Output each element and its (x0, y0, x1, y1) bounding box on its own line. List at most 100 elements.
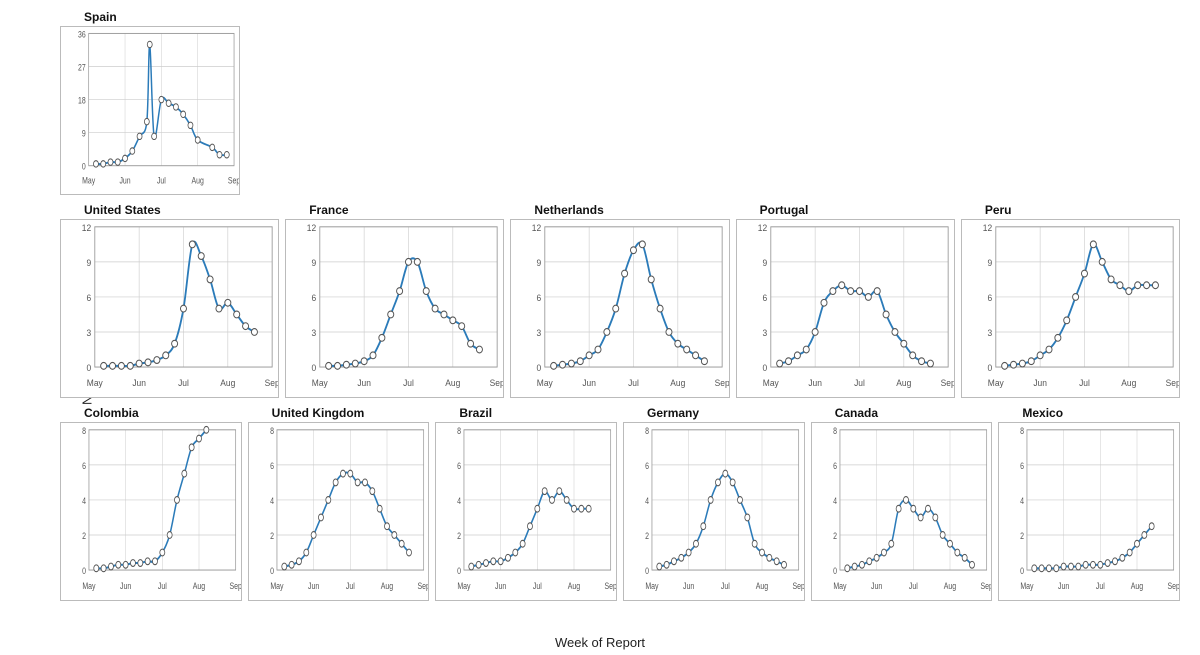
svg-text:27: 27 (78, 63, 86, 73)
chart-title-canada: Canada (811, 406, 993, 420)
svg-text:Sep: Sep (265, 378, 279, 389)
svg-text:6: 6 (86, 293, 91, 304)
chart-mexico: Mexico02468MayJunJulAugSep (998, 406, 1180, 601)
chart-colombia: Colombia02468MayJunJulAugSep (60, 406, 242, 601)
svg-text:Jul: Jul (628, 378, 639, 389)
svg-text:Jun: Jun (120, 580, 132, 591)
chart-area-brazil: 02468MayJunJulAugSep (435, 422, 617, 601)
chart-united-states: United States036912MayJunJulAugSep (60, 203, 279, 398)
svg-text:0: 0 (537, 363, 542, 374)
svg-text:Sep: Sep (229, 580, 240, 591)
svg-text:0: 0 (833, 565, 837, 576)
svg-text:Aug: Aug (1131, 580, 1144, 591)
svg-text:6: 6 (987, 293, 992, 304)
svg-text:0: 0 (82, 565, 86, 576)
svg-text:Aug: Aug (446, 378, 461, 389)
svg-text:0: 0 (457, 565, 461, 576)
chart-title-brazil: Brazil (435, 406, 617, 420)
svg-text:Jun: Jun (1033, 378, 1047, 389)
svg-text:Sep: Sep (980, 580, 991, 591)
svg-text:0: 0 (762, 363, 767, 374)
chart-svg-canada: 02468MayJunJulAugSep (812, 423, 992, 600)
chart-row-2: United States036912MayJunJulAugSepFrance… (60, 203, 1180, 398)
chart-area-colombia: 02468MayJunJulAugSep (60, 422, 242, 601)
svg-text:3: 3 (537, 328, 542, 339)
svg-text:12: 12 (82, 222, 91, 233)
chart-france: France036912MayJunJulAugSep (285, 203, 504, 398)
svg-text:3: 3 (86, 328, 91, 339)
chart-svg-brazil: 02468MayJunJulAugSep (436, 423, 616, 600)
svg-text:8: 8 (457, 425, 461, 436)
svg-text:Aug: Aug (943, 580, 956, 591)
chart-row-1: Spain09182736MayJunJulAugSep (60, 10, 1180, 195)
chart-spain: Spain09182736MayJunJulAugSep (60, 10, 240, 195)
svg-text:Jul: Jul (158, 580, 167, 591)
chart-area-netherlands: 036912MayJunJulAugSep (510, 219, 729, 398)
svg-text:Sep: Sep (417, 580, 428, 591)
svg-text:6: 6 (82, 460, 86, 471)
svg-text:12: 12 (532, 222, 541, 233)
svg-text:8: 8 (82, 425, 86, 436)
svg-text:May: May (537, 378, 553, 389)
svg-text:12: 12 (983, 222, 992, 233)
chart-germany: Germany02468MayJunJulAugSep (623, 406, 805, 601)
chart-svg-united-states: 036912MayJunJulAugSep (61, 220, 278, 397)
svg-text:0: 0 (86, 363, 91, 374)
charts-grid: Spain09182736MayJunJulAugSep United Stat… (60, 10, 1180, 625)
svg-text:18: 18 (78, 96, 86, 106)
svg-text:May: May (82, 176, 95, 186)
x-axis-label: Week of Report (555, 635, 645, 650)
svg-text:6: 6 (537, 293, 542, 304)
svg-text:Jun: Jun (683, 580, 695, 591)
chart-area-spain: 09182736MayJunJulAugSep (60, 26, 240, 195)
chart-brazil: Brazil02468MayJunJulAugSep (435, 406, 617, 601)
svg-text:9: 9 (82, 129, 86, 139)
svg-text:2: 2 (82, 530, 86, 541)
chart-svg-spain: 09182736MayJunJulAugSep (61, 27, 239, 194)
svg-text:Sep: Sep (605, 580, 616, 591)
chart-container: New Case Rate per million Week of Report… (0, 0, 1200, 655)
svg-text:2: 2 (645, 530, 649, 541)
chart-title-united-states: United States (60, 203, 279, 217)
chart-row-3: Colombia02468MayJunJulAugSepUnited Kingd… (60, 406, 1180, 601)
chart-title-spain: Spain (60, 10, 240, 24)
svg-text:Sep: Sep (1165, 378, 1179, 389)
svg-text:6: 6 (645, 460, 649, 471)
svg-text:4: 4 (270, 495, 274, 506)
svg-text:May: May (1021, 580, 1035, 591)
svg-text:4: 4 (82, 495, 86, 506)
svg-text:0: 0 (1020, 565, 1024, 576)
svg-text:Jul: Jul (1096, 580, 1105, 591)
svg-text:Aug: Aug (896, 378, 911, 389)
svg-text:8: 8 (645, 425, 649, 436)
chart-area-portugal: 036912MayJunJulAugSep (736, 219, 955, 398)
svg-text:Jun: Jun (132, 378, 146, 389)
chart-title-netherlands: Netherlands (510, 203, 729, 217)
svg-text:Aug: Aug (192, 176, 204, 186)
chart-area-united-kingdom: 02468MayJunJulAugSep (248, 422, 430, 601)
svg-text:Jun: Jun (808, 378, 822, 389)
svg-text:9: 9 (312, 257, 317, 268)
svg-text:Sep: Sep (940, 378, 954, 389)
chart-title-portugal: Portugal (736, 203, 955, 217)
svg-text:Aug: Aug (671, 378, 686, 389)
svg-text:May: May (762, 378, 778, 389)
svg-text:Jul: Jul (403, 378, 414, 389)
svg-text:0: 0 (82, 162, 86, 172)
svg-text:0: 0 (270, 565, 274, 576)
svg-text:May: May (988, 378, 1004, 389)
svg-text:0: 0 (645, 565, 649, 576)
svg-text:4: 4 (457, 495, 461, 506)
svg-text:May: May (270, 580, 284, 591)
svg-text:Jul: Jul (1079, 378, 1090, 389)
svg-text:6: 6 (457, 460, 461, 471)
chart-svg-united-kingdom: 02468MayJunJulAugSep (249, 423, 429, 600)
chart-area-peru: 036912MayJunJulAugSep (961, 219, 1180, 398)
svg-text:Sep: Sep (490, 378, 504, 389)
chart-peru: Peru036912MayJunJulAugSep (961, 203, 1180, 398)
svg-text:4: 4 (833, 495, 837, 506)
svg-text:6: 6 (833, 460, 837, 471)
svg-text:6: 6 (312, 293, 317, 304)
svg-text:Aug: Aug (568, 580, 581, 591)
svg-text:Jul: Jul (533, 580, 542, 591)
